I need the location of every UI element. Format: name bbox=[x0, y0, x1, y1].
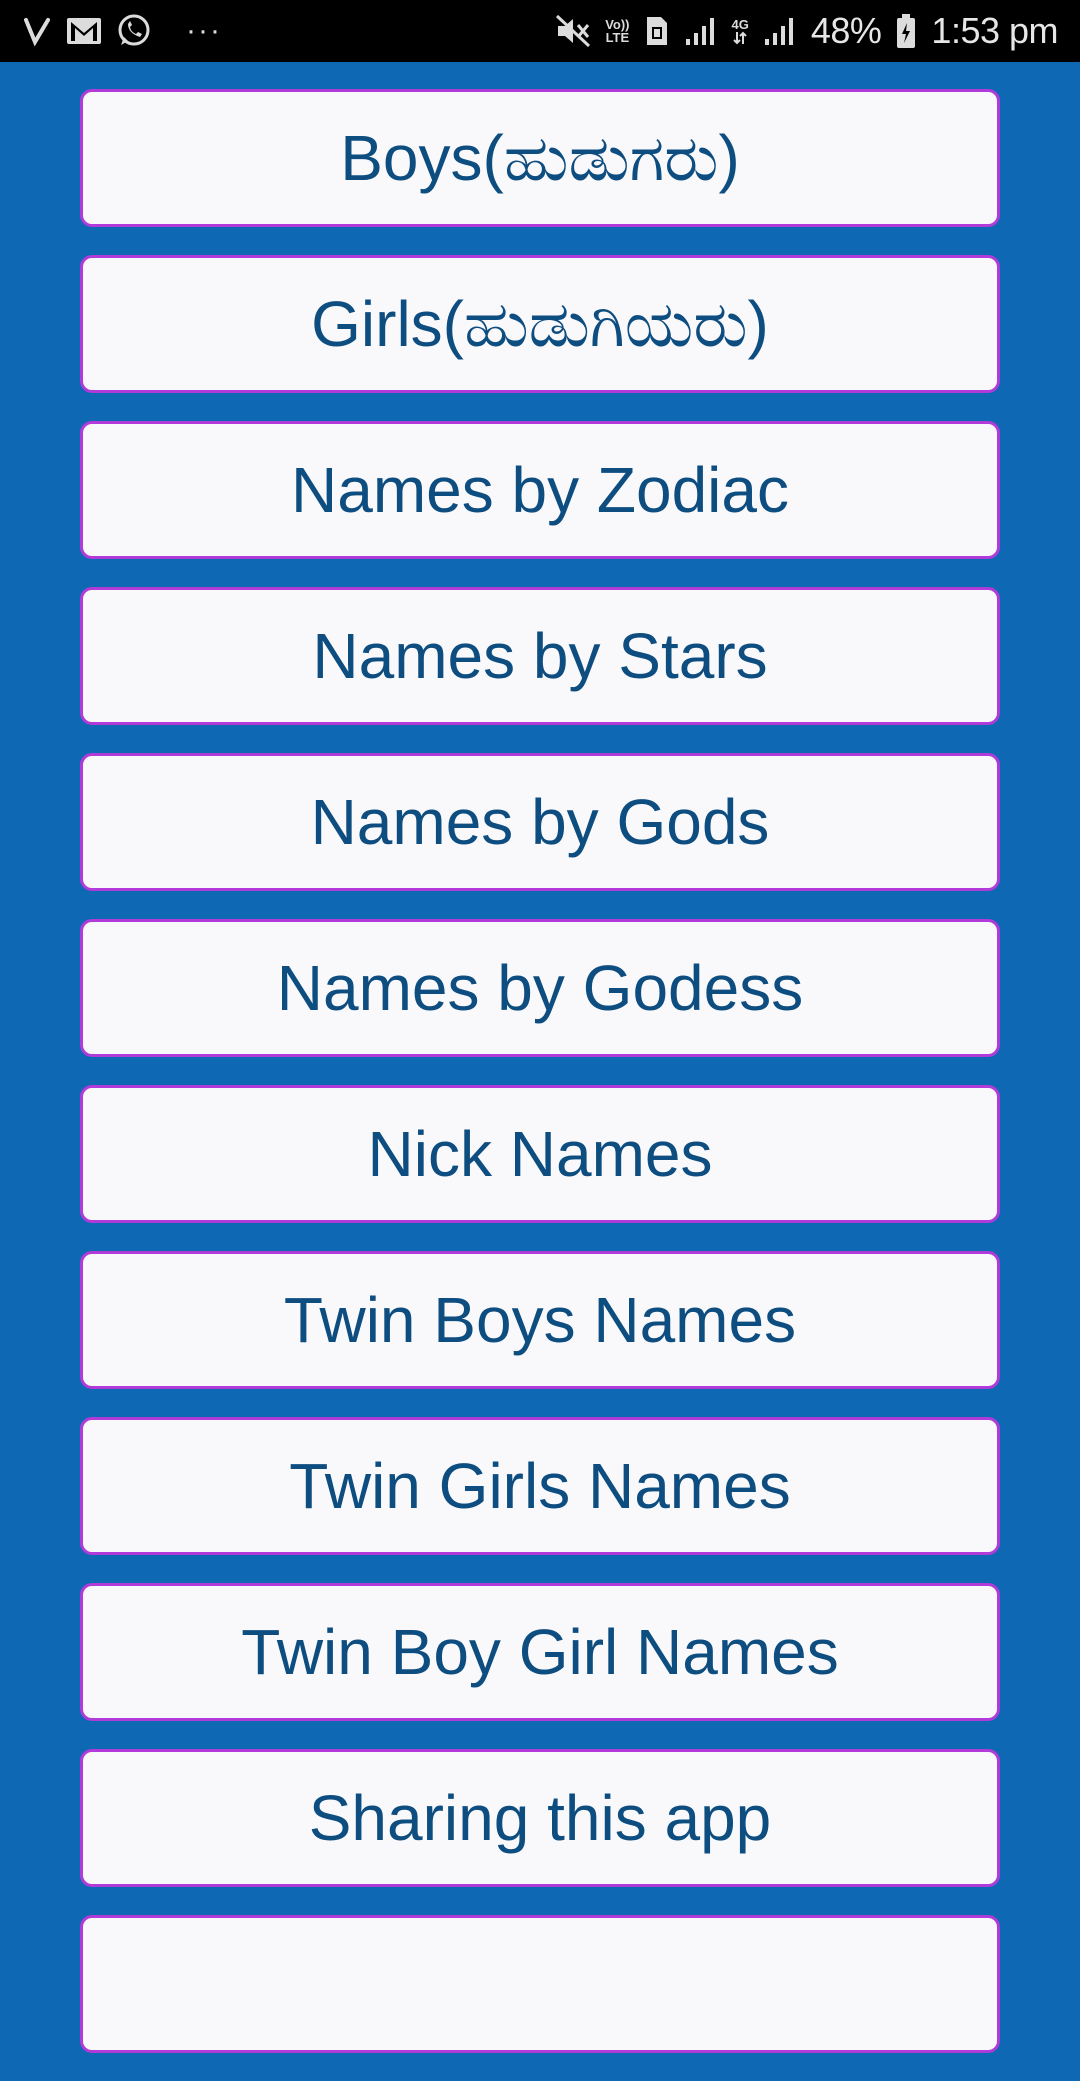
signal-bars-icon bbox=[763, 15, 797, 47]
gmail-icon bbox=[66, 16, 102, 46]
whatsapp-icon bbox=[116, 13, 152, 49]
nick-names-button[interactable]: Nick Names bbox=[80, 1085, 1000, 1223]
twin-boy-girl-names-button-label: Twin Boy Girl Names bbox=[241, 1616, 839, 1688]
names-by-gods-button-label: Names by Gods bbox=[310, 786, 770, 858]
names-by-zodiac-button[interactable]: Names by Zodiac bbox=[80, 421, 1000, 559]
status-bar-left: ··· bbox=[22, 13, 222, 49]
names-by-zodiac-button-label: Names by Zodiac bbox=[291, 454, 789, 526]
nick-names-button-label: Nick Names bbox=[367, 1118, 713, 1190]
twin-boys-names-button-label: Twin Boys Names bbox=[283, 1284, 797, 1356]
girls-names-button-label: Girls(ಹುಡುಗಿಯರು) bbox=[311, 287, 769, 360]
names-by-stars-button-label: Names by Stars bbox=[312, 620, 768, 692]
boys-names-button[interactable]: Boys(ಹುಡುಗರು) bbox=[80, 89, 1000, 227]
twin-girls-names-button-label: Twin Girls Names bbox=[289, 1450, 791, 1522]
girls-names-button[interactable]: Girls(ಹುಡುಗಿಯರು) bbox=[80, 255, 1000, 393]
signal-check-icon bbox=[22, 14, 52, 48]
menu-list: Boys(ಹುಡುಗರು) Girls(ಹುಡುಗಿಯರು) Names by … bbox=[80, 89, 1000, 2081]
mute-icon bbox=[555, 14, 591, 48]
next-menu-button[interactable] bbox=[80, 1915, 1000, 2053]
twin-boy-girl-names-button[interactable]: Twin Boy Girl Names bbox=[80, 1583, 1000, 1721]
boys-names-button-label: Boys(ಹುಡುಗರು) bbox=[340, 121, 740, 194]
names-by-gods-button[interactable]: Names by Gods bbox=[80, 753, 1000, 891]
names-by-godess-button-label: Names by Godess bbox=[276, 952, 804, 1024]
status-time: 1:53 pm bbox=[931, 10, 1058, 51]
twin-boys-names-button[interactable]: Twin Boys Names bbox=[80, 1251, 1000, 1389]
share-app-button[interactable]: Sharing this app bbox=[80, 1749, 1000, 1887]
names-by-stars-button[interactable]: Names by Stars bbox=[80, 587, 1000, 725]
battery-percent: 48% bbox=[810, 10, 882, 51]
status-bar-right: Vo)) LTE 4G 48% 1:53 pm bbox=[555, 10, 1058, 52]
status-bar: ··· Vo)) LTE 4G 48% 1:53 pm bbox=[0, 0, 1080, 62]
names-by-godess-button[interactable]: Names by Godess bbox=[80, 919, 1000, 1057]
more-dots-icon: ··· bbox=[186, 14, 222, 47]
share-app-button-label: Sharing this app bbox=[308, 1782, 772, 1854]
sim-icon bbox=[644, 15, 670, 47]
volte-icon: Vo)) LTE bbox=[605, 17, 630, 45]
4g-icon: 4G bbox=[732, 18, 749, 45]
battery-icon bbox=[895, 13, 917, 49]
signal-bars-icon bbox=[684, 15, 718, 47]
twin-girls-names-button[interactable]: Twin Girls Names bbox=[80, 1417, 1000, 1555]
